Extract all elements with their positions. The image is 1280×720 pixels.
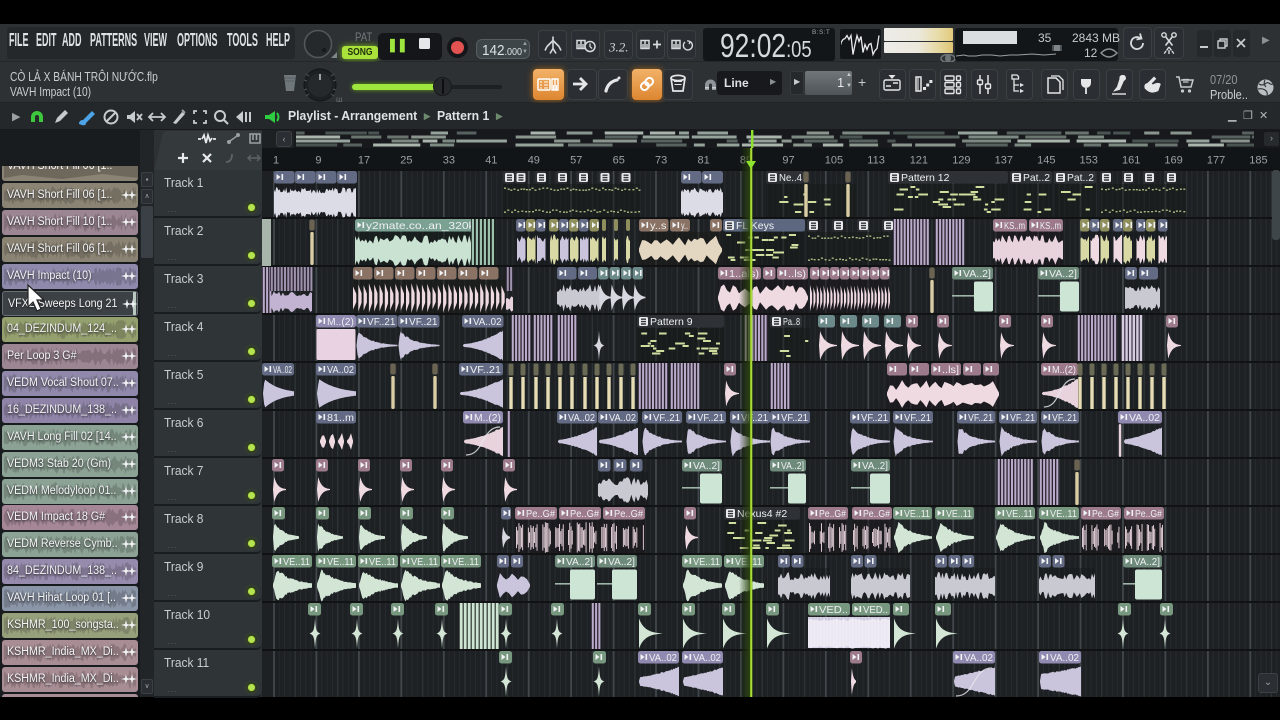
svg-text:33: 33 — [443, 155, 455, 167]
svg-text:VA..2]: VA..2] — [781, 460, 804, 472]
svg-text:VF..21: VF..21 — [904, 412, 931, 424]
svg-text:VA..2]: VA..2] — [608, 556, 635, 568]
svg-text:Pe..G#: Pe..G# — [819, 508, 846, 520]
svg-text:17: 17 — [358, 155, 370, 167]
svg-text:VED..: VED.. — [863, 604, 888, 616]
svg-text:41: 41 — [485, 155, 497, 167]
svg-text:M..(2): M..(2) — [474, 412, 501, 424]
svg-text:y..s: y..s — [650, 220, 667, 232]
svg-text:177: 177 — [1207, 155, 1225, 167]
svg-text:VA..02: VA..02 — [1129, 412, 1160, 424]
svg-text:105: 105 — [825, 155, 843, 167]
svg-text:VF..21: VF..21 — [409, 316, 438, 328]
svg-text:VF..21: VF..21 — [968, 412, 993, 424]
svg-text:M..(2): M..(2) — [327, 316, 354, 328]
svg-text:VF..21: VF..21 — [781, 412, 808, 424]
svg-text:..ls]: ..ls] — [942, 364, 959, 376]
svg-text:81: 81 — [698, 155, 710, 167]
svg-text:..ls): ..ls) — [788, 268, 806, 280]
svg-text:y..: y.. — [681, 220, 688, 232]
svg-text:VA..2]: VA..2] — [693, 460, 720, 472]
svg-text:Pat..2: Pat..2 — [1023, 172, 1050, 184]
svg-text:VA..02: VA..02 — [327, 364, 354, 376]
svg-text:VA..02: VA..02 — [693, 652, 721, 664]
svg-text:VF..21: VF..21 — [367, 316, 396, 328]
svg-text:VF..21: VF..21 — [697, 412, 724, 424]
svg-text:VA..2]: VA..2] — [1134, 556, 1160, 568]
svg-text:VA..02: VA..02 — [964, 652, 993, 664]
svg-text:Pe..G#: Pe..G# — [1135, 508, 1162, 520]
svg-text:Pattern 9: Pattern 9 — [650, 316, 693, 328]
svg-text:Pe..G#: Pe..G# — [570, 508, 599, 520]
svg-text:VF..21: VF..21 — [470, 364, 501, 376]
svg-text:VA..02: VA..02 — [473, 316, 502, 328]
svg-text:9: 9 — [315, 155, 321, 167]
svg-text:VA..2]: VA..2] — [566, 556, 593, 568]
svg-text:VE..11: VE..11 — [283, 556, 310, 568]
svg-text:145: 145 — [1037, 155, 1055, 167]
svg-text:VE..11: VE..11 — [327, 556, 354, 568]
svg-text:185: 185 — [1249, 155, 1267, 167]
svg-text:VED..: VED.. — [819, 604, 848, 616]
svg-text:137: 137 — [995, 155, 1013, 167]
svg-text:VA..02: VA..02 — [1050, 652, 1079, 664]
svg-text:VE..11: VE..11 — [1006, 508, 1033, 520]
svg-text:VE..11: VE..11 — [452, 556, 479, 568]
svg-text:VA..02: VA..02 — [609, 412, 636, 424]
svg-text:VA..02: VA..02 — [273, 364, 292, 376]
svg-text:Ne..4: Ne..4 — [779, 172, 802, 184]
svg-text:3.2.: 3.2. — [608, 40, 629, 55]
svg-text:VE..11: VE..11 — [693, 556, 720, 568]
svg-text:57: 57 — [570, 155, 582, 167]
svg-text:73: 73 — [655, 155, 667, 167]
svg-text:Pa..8: Pa..8 — [783, 316, 800, 328]
svg-text:Pe..G#: Pe..G# — [526, 508, 555, 520]
svg-text:153: 153 — [1080, 155, 1098, 167]
svg-text:Pat..2: Pat..2 — [1067, 172, 1094, 184]
svg-text:VE..11: VE..11 — [411, 556, 438, 568]
svg-text:Pe..G#: Pe..G# — [863, 508, 890, 520]
svg-text:M..(2): M..(2) — [1052, 364, 1076, 376]
svg-text:65: 65 — [613, 155, 625, 167]
svg-text:VE..11: VE..11 — [369, 556, 396, 568]
svg-text:KS..m: KS..m — [1004, 220, 1025, 232]
svg-text:VA..02: VA..02 — [649, 652, 677, 664]
svg-text:VE..11: VE..11 — [904, 508, 930, 520]
svg-text:VA..2]: VA..2] — [963, 268, 991, 280]
svg-text:1: 1 — [273, 155, 279, 167]
svg-text:113: 113 — [867, 155, 885, 167]
svg-text:VE..11: VE..11 — [1050, 508, 1077, 520]
svg-text:161: 161 — [1122, 155, 1140, 167]
svg-text:129: 129 — [952, 155, 970, 167]
svg-text:121: 121 — [910, 155, 928, 167]
svg-text:97: 97 — [782, 155, 794, 167]
svg-text:Pattern 12: Pattern 12 — [901, 172, 950, 184]
svg-text:49: 49 — [528, 155, 540, 167]
svg-text:81..m: 81..m — [327, 412, 354, 424]
svg-text:VA..02: VA..02 — [568, 412, 595, 424]
svg-text:169: 169 — [1164, 155, 1182, 167]
svg-text:VE..11: VE..11 — [946, 508, 972, 520]
svg-text:25: 25 — [400, 155, 412, 167]
svg-text:Pe..G#: Pe..G# — [1092, 508, 1119, 520]
svg-text:VF..21: VF..21 — [1052, 412, 1077, 424]
svg-text:VA..2]: VA..2] — [1049, 268, 1077, 280]
svg-text:KS..m: KS..m — [1040, 220, 1061, 232]
svg-text:Pe..G#: Pe..G# — [614, 508, 643, 520]
svg-text:VF..21: VF..21 — [861, 412, 888, 424]
svg-text:VF..21: VF..21 — [1010, 412, 1035, 424]
svg-text:VF..21: VF..21 — [653, 412, 680, 424]
svg-text:VA..2]: VA..2] — [862, 460, 888, 472]
